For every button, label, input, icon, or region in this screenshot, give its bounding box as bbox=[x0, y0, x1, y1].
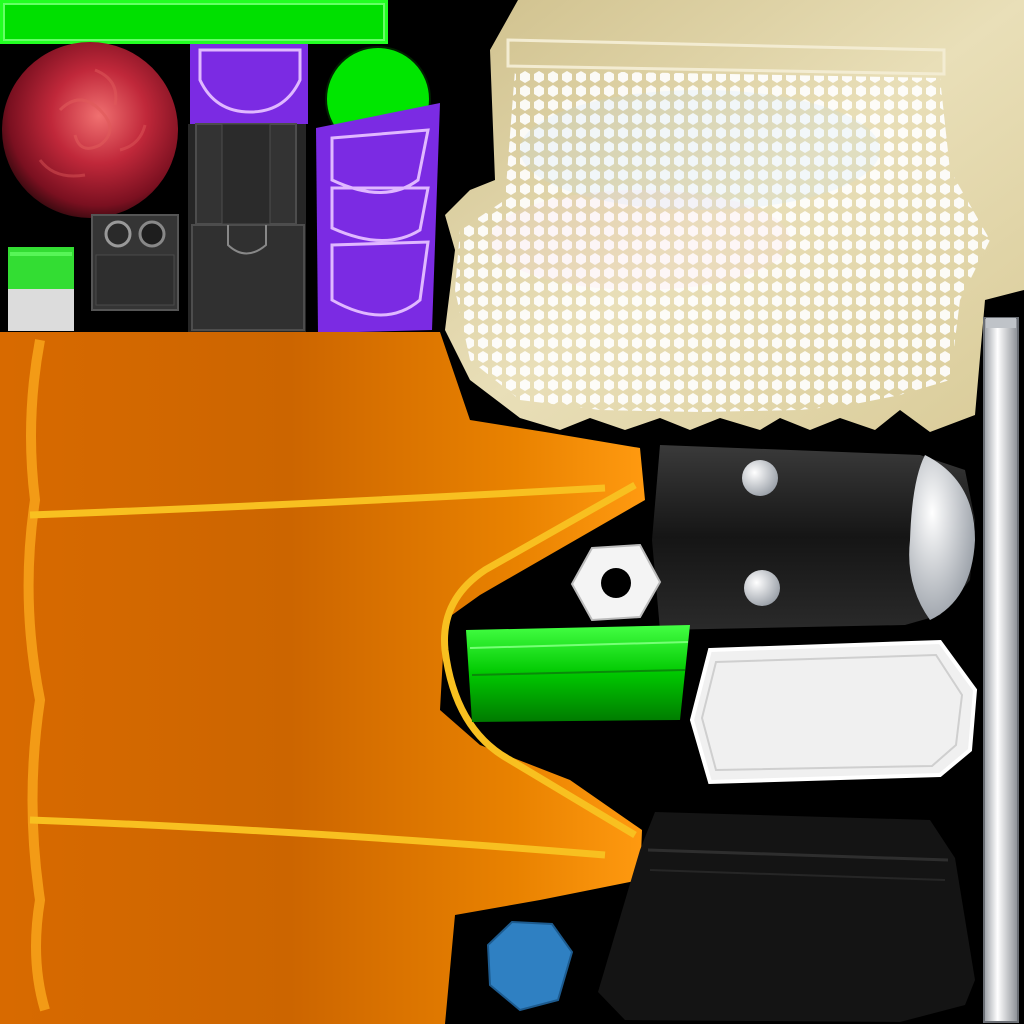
texture-atlas bbox=[0, 0, 1024, 1024]
green-strip bbox=[0, 0, 388, 44]
green-white-swatch bbox=[8, 247, 74, 331]
purple-collar-top bbox=[190, 44, 308, 124]
black-skirt bbox=[598, 812, 975, 1022]
purple-scale-strip bbox=[316, 103, 440, 333]
green-band bbox=[466, 625, 690, 722]
camera-box bbox=[91, 214, 179, 311]
white-pill bbox=[689, 639, 978, 785]
dark-vest-panel bbox=[188, 123, 306, 334]
black-capsule bbox=[652, 445, 975, 630]
sequined-lace-skirt bbox=[445, 0, 1024, 432]
red-swirl-sphere bbox=[2, 42, 178, 218]
silver-pole bbox=[983, 317, 1019, 1023]
